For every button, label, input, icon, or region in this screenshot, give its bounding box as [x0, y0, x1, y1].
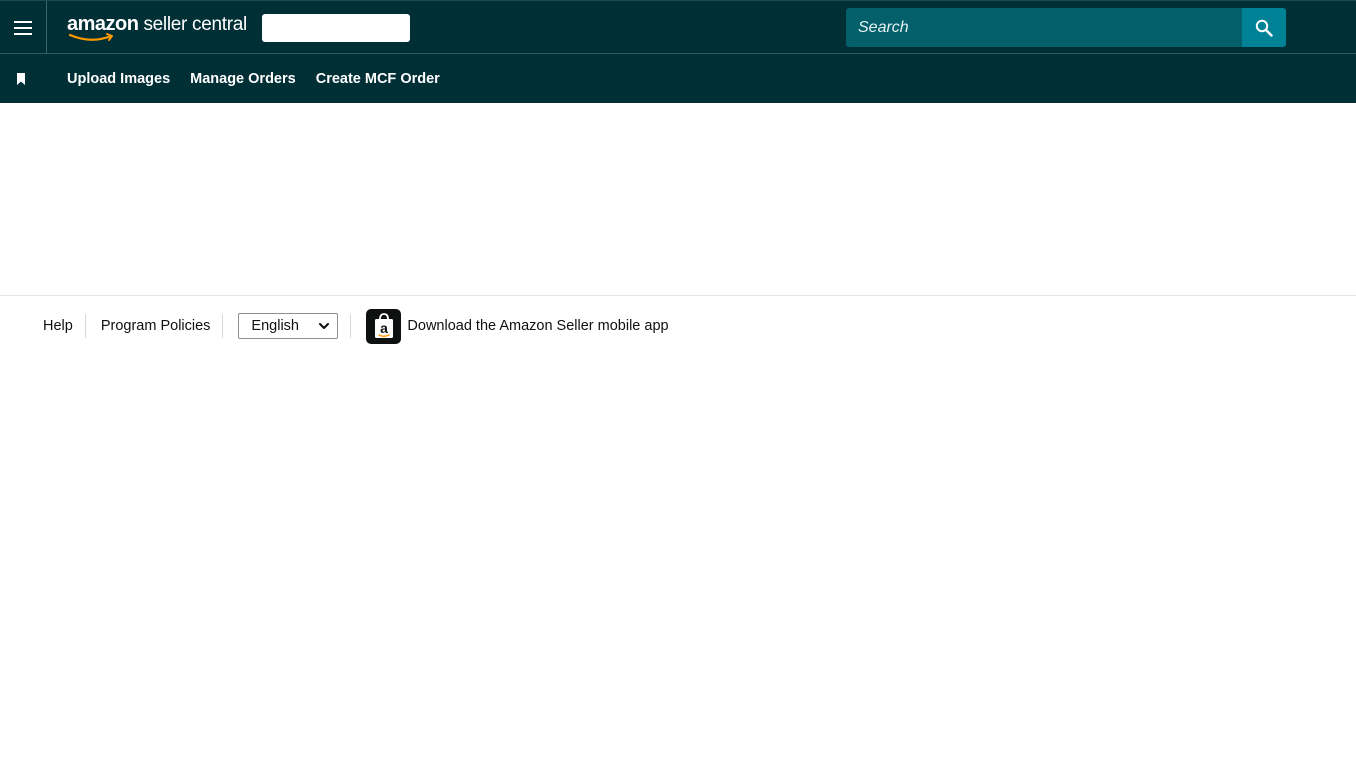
chevron-down-icon — [319, 322, 330, 329]
hamburger-menu-icon — [14, 20, 32, 35]
nav-links: Upload Images Manage Orders Create MCF O… — [67, 54, 460, 103]
logo-brand: amazon — [67, 13, 139, 35]
search-input[interactable] — [846, 8, 1242, 47]
top-header: amazon seller central — [0, 0, 1356, 54]
nav-link-create-mcf-order[interactable]: Create MCF Order — [316, 71, 440, 87]
footer-divider — [0, 295, 1356, 296]
footer-separator — [222, 314, 224, 338]
menu-button[interactable] — [0, 1, 47, 54]
footer-separator — [350, 314, 352, 338]
logo-suffix: seller central — [138, 14, 247, 35]
search-bar — [846, 8, 1286, 47]
footer: Help Program Policies English a Download… — [0, 308, 1356, 344]
language-select[interactable]: English — [238, 313, 339, 339]
nav-link-manage-orders[interactable]: Manage Orders — [190, 71, 296, 87]
amazon-app-icon[interactable]: a — [366, 308, 402, 344]
nav-link-upload-images[interactable]: Upload Images — [67, 71, 170, 87]
search-icon — [1255, 19, 1273, 37]
download-app-link[interactable]: Download the Amazon Seller mobile app — [407, 318, 668, 334]
bookmark-icon — [17, 73, 25, 85]
bookmark-button[interactable] — [16, 72, 26, 90]
footer-separator — [84, 314, 86, 338]
shopping-bag-icon: a — [374, 313, 393, 338]
amazon-seller-central-logo[interactable]: amazon seller central — [67, 13, 247, 43]
program-policies-link[interactable]: Program Policies — [101, 318, 211, 334]
bookmark-nav-bar: Upload Images Manage Orders Create MCF O… — [0, 54, 1356, 103]
amazon-smile-icon — [69, 33, 113, 41]
account-switcher[interactable] — [262, 14, 410, 42]
search-button[interactable] — [1242, 8, 1286, 47]
language-selected-value: English — [251, 318, 299, 334]
svg-text:a: a — [380, 320, 388, 336]
help-link[interactable]: Help — [43, 318, 73, 334]
